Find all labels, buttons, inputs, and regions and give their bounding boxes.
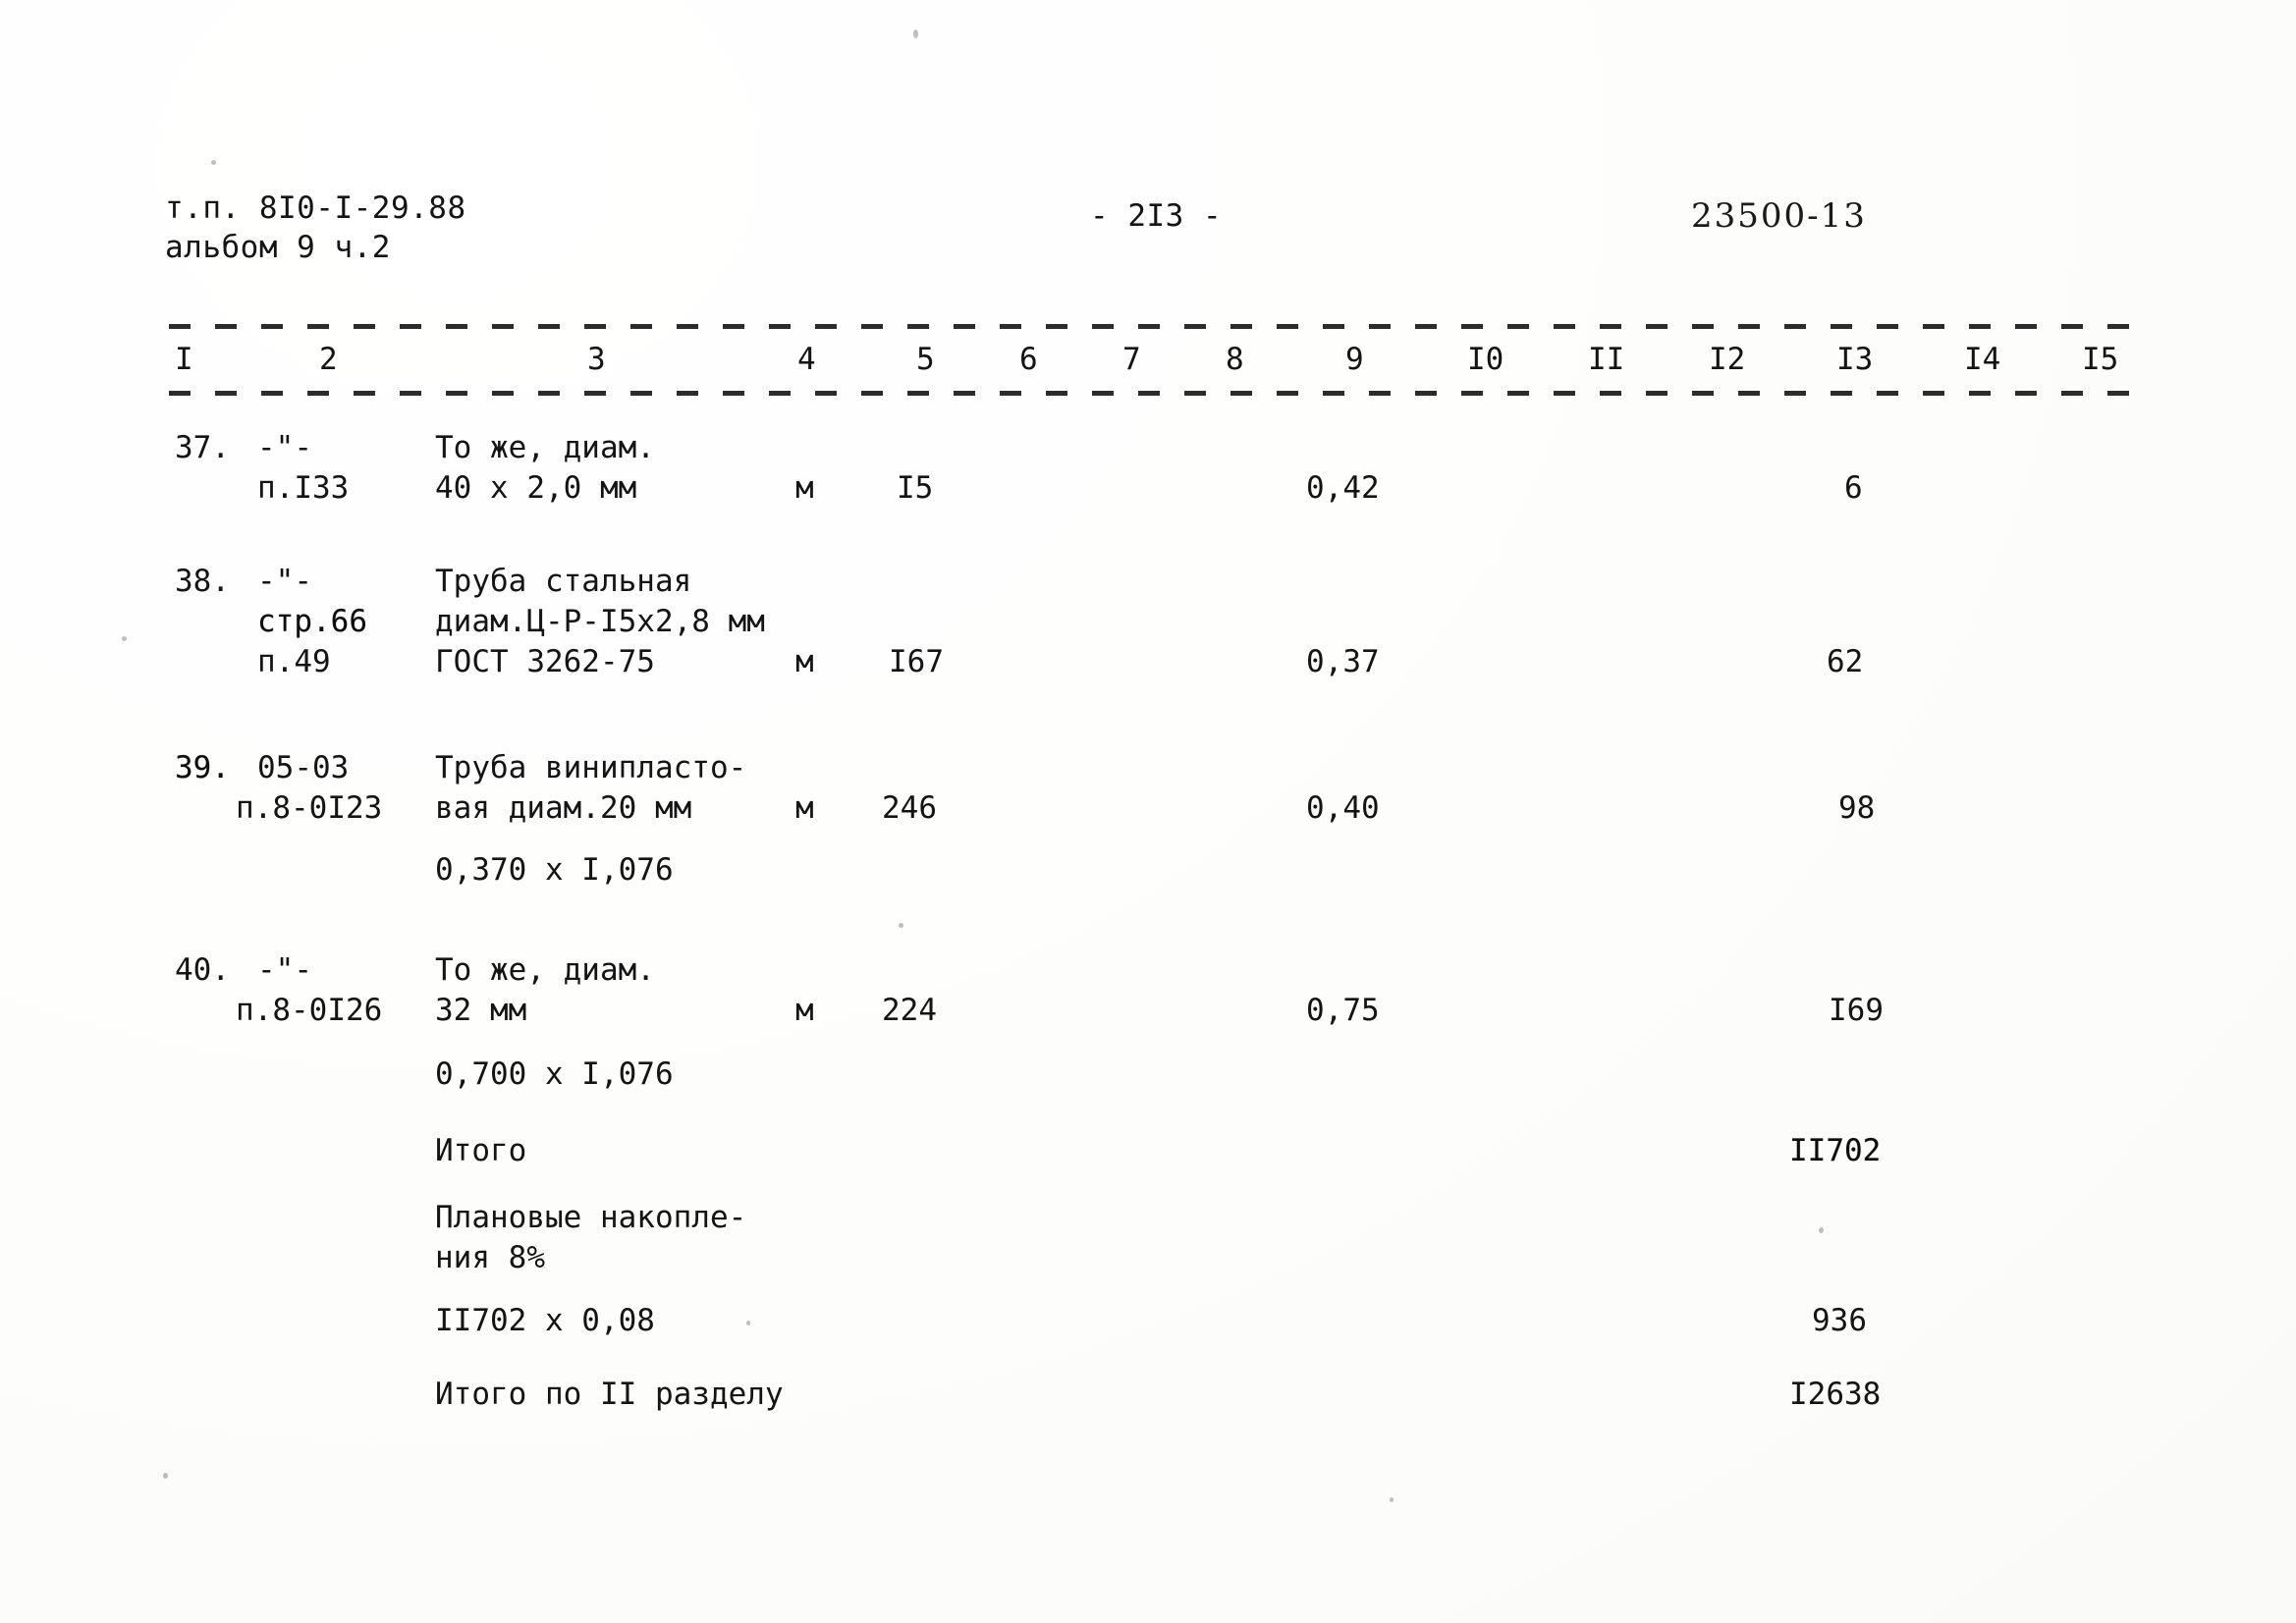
- row-code-line: п.I33: [257, 470, 350, 506]
- row-description-line: диам.Ц-Р-I5х2,8 мм: [435, 604, 765, 639]
- row-number: 39.: [175, 750, 230, 785]
- row-description-line: Труба винипласто-: [435, 750, 747, 785]
- column-number-10: I0: [1467, 342, 1504, 377]
- row-col13-value: I69: [1829, 993, 1884, 1028]
- scan-speck: [1390, 1497, 1394, 1502]
- row-code-line: п.49: [257, 644, 331, 679]
- column-number-2: 2: [319, 342, 338, 377]
- summary-value: 936: [1812, 1303, 1867, 1338]
- row-quantity: I67: [889, 644, 944, 679]
- row-col9-value: 0,75: [1306, 993, 1380, 1028]
- column-number-13: I3: [1836, 342, 1874, 377]
- row-col13-value: 62: [1827, 644, 1864, 679]
- summary-label: Плановые накопле-: [435, 1200, 747, 1235]
- scan-speck: [746, 1321, 750, 1325]
- row-code-line: -"-: [257, 952, 312, 988]
- column-number-7: 7: [1122, 342, 1141, 377]
- doc-code-line-2: альбом 9 ч.2: [165, 230, 391, 265]
- summary-value: I2638: [1789, 1377, 1882, 1412]
- row-col13-value: 6: [1844, 470, 1863, 506]
- row-code-line: стр.66: [257, 604, 367, 639]
- row-col9-value: 0,37: [1306, 644, 1380, 679]
- table-top-rule: [169, 324, 2153, 329]
- scan-speck: [211, 160, 216, 165]
- row-unit: м: [795, 790, 814, 826]
- scan-speck: [899, 923, 903, 928]
- summary-label: ния 8%: [435, 1240, 545, 1275]
- column-number-5: 5: [916, 342, 935, 377]
- row-code-line: -"-: [257, 564, 312, 599]
- row-description-line: 40 х 2,0 мм: [435, 470, 637, 506]
- column-number-3: 3: [587, 342, 606, 377]
- column-number-11: II: [1588, 342, 1625, 377]
- scan-speck: [122, 636, 127, 641]
- column-number-15: I5: [2082, 342, 2119, 377]
- row-number: 38.: [175, 564, 230, 599]
- row-description-line: То же, диам.: [435, 952, 655, 988]
- row-code-line: 05-03: [257, 750, 350, 785]
- row-code-line: п.8-0I26: [236, 993, 383, 1028]
- row-col9-value: 0,40: [1306, 790, 1380, 826]
- row-description-line: Труба стальная: [435, 564, 692, 599]
- row-extra-line: 0,700 х I,076: [435, 1056, 674, 1092]
- document-page: т.п. 8I0-I-29.88 альбом 9 ч.2 - 2I3 - 23…: [0, 0, 2296, 1623]
- row-unit: м: [795, 470, 814, 506]
- row-code-line: п.8-0I23: [236, 790, 383, 826]
- column-number-6: 6: [1019, 342, 1038, 377]
- column-number-4: 4: [797, 342, 816, 377]
- row-extra-line: 0,370 х I,076: [435, 852, 674, 888]
- row-unit: м: [795, 993, 814, 1028]
- scan-speck: [163, 1473, 168, 1479]
- row-description-line: вая диам.20 мм: [435, 790, 692, 826]
- summary-label: Итого: [435, 1133, 527, 1168]
- scan-speck: [1819, 1227, 1824, 1233]
- row-number: 40.: [175, 952, 230, 988]
- row-description-line: То же, диам.: [435, 430, 655, 465]
- page-marker: - 2I3 -: [1090, 198, 1223, 234]
- row-col13-value: 98: [1838, 790, 1876, 826]
- summary-label: II702 х 0,08: [435, 1303, 655, 1338]
- row-unit: м: [795, 644, 814, 679]
- column-number-14: I4: [1964, 342, 2001, 377]
- column-number-8: 8: [1226, 342, 1244, 377]
- row-description-line: ГОСТ 3262-75: [435, 644, 655, 679]
- row-description-line: 32 мм: [435, 993, 527, 1028]
- row-code-line: -"-: [257, 430, 312, 465]
- row-quantity: 224: [882, 993, 937, 1028]
- table-bottom-rule: [169, 391, 2153, 396]
- summary-value: II702: [1789, 1133, 1882, 1168]
- row-col9-value: 0,42: [1306, 470, 1380, 506]
- row-quantity: 246: [882, 790, 937, 826]
- column-number-9: 9: [1345, 342, 1364, 377]
- column-number-12: I2: [1709, 342, 1746, 377]
- row-number: 37.: [175, 430, 230, 465]
- summary-label: Итого по II разделу: [435, 1377, 784, 1412]
- scan-speck: [913, 29, 918, 38]
- row-quantity: I5: [897, 470, 934, 506]
- column-number-1: I: [175, 342, 193, 377]
- stamp-number: 23500-13: [1691, 196, 1867, 236]
- doc-code-line-1: т.п. 8I0-I-29.88: [165, 190, 466, 226]
